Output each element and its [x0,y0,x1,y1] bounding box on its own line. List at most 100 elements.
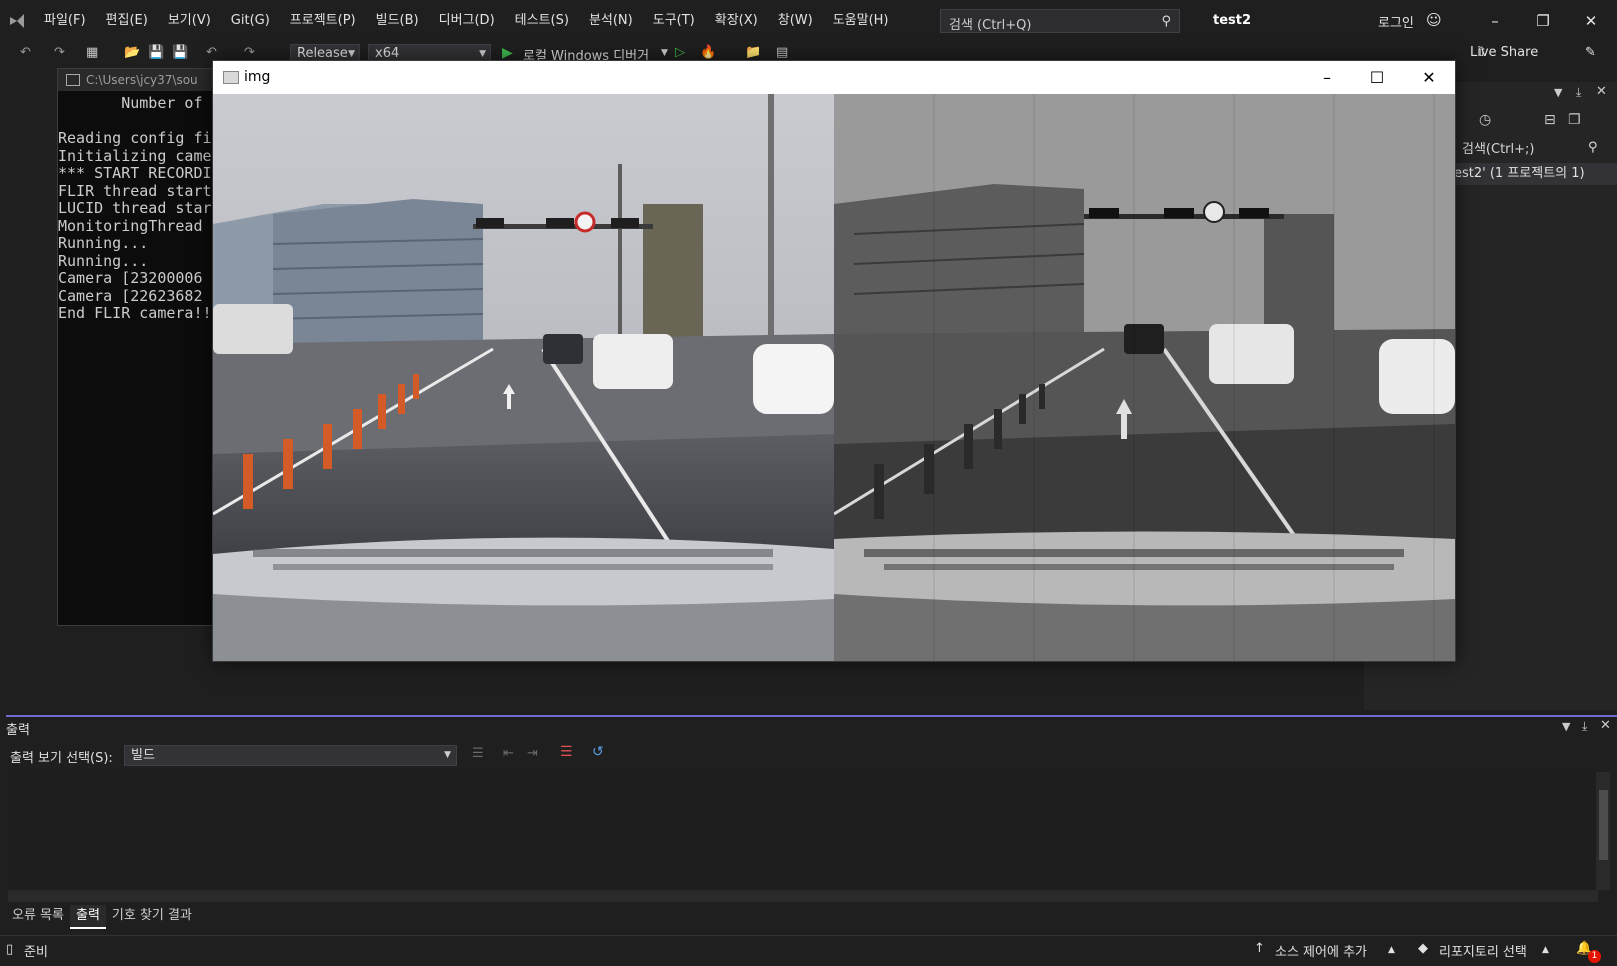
solution-name: test2 [1213,13,1252,28]
live-share-button[interactable]: Live Share [1470,45,1538,60]
console-line: Camera [22623682 [58,286,203,305]
panel-menu-chevron-icon[interactable]: ▼ [1554,86,1562,99]
console-line: Camera [23200006 [58,269,203,287]
console-window[interactable]: C:\Users\jcy37\sou Number of Reading con… [57,68,219,626]
clear-all-icon[interactable]: ☰ [560,744,573,760]
visual-studio-logo-icon [10,14,24,28]
global-search-placeholder: 검색 (Ctrl+Q) [949,18,1032,33]
menu-test[interactable]: 테스트(S) [505,12,579,30]
console-line: Running... [58,234,149,252]
forward-icon[interactable]: ↷ [54,45,65,60]
solution-tree-item[interactable]: est2' (1 프로젝트의 1) [1452,163,1617,185]
chevron-down-icon: ▼ [444,750,451,760]
console-title: C:\Users\jcy37\sou [86,73,198,87]
save-icon[interactable]: 💾 [148,45,164,60]
menu-debug[interactable]: 디버그(D) [429,12,505,30]
menu-analyze[interactable]: 분석(N) [579,12,643,30]
new-project-icon[interactable]: ▦ [86,45,98,60]
console-line: *** START RECORDI [58,164,212,182]
chevron-down-icon[interactable]: ▼ [661,48,668,58]
console-line: Running... [58,251,149,270]
output-source-value: 빌드 [131,748,155,763]
menu-git[interactable]: Git(G) [221,12,280,30]
menu-view[interactable]: 보기(V) [158,12,221,30]
window-layout-icon[interactable]: ▤ [776,45,788,60]
output-source-dropdown[interactable]: 빌드 ▼ [124,745,457,766]
hot-reload-icon[interactable]: 🔥 [700,45,716,60]
source-control-up-icon: ↑ [1254,941,1265,956]
chevron-up-icon: ▲ [1388,945,1395,955]
color-camera-image [213,94,834,661]
console-line: Number of [58,95,203,112]
image-window-title-bar[interactable]: img – ☐ ✕ [213,61,1455,94]
collapse-all-icon[interactable]: ⊟ [1544,112,1556,128]
menu-file[interactable]: 파일(F) [34,12,96,30]
restore-button[interactable]: ❐ [1520,6,1566,36]
close-button[interactable]: ✕ [1568,6,1614,36]
menu-window[interactable]: 창(W) [768,12,823,30]
image-viewer-window[interactable]: img – ☐ ✕ [212,60,1456,662]
redo-icon[interactable]: ↷ [244,45,255,60]
image-window-title: img [244,69,271,85]
output-panel-title: 출력 [6,723,30,738]
console-line: Initializing came [58,146,212,165]
menu-extensions[interactable]: 확장(X) [705,12,768,30]
menu-edit[interactable]: 편집(E) [96,12,158,30]
start-debugging-icon[interactable]: ▶ [502,45,513,61]
menu-tools[interactable]: 도구(T) [643,12,705,30]
console-app-icon [66,74,80,86]
menu-project[interactable]: 프로젝트(P) [280,12,366,30]
console-line: MonitoringThread [58,216,212,235]
tab-output[interactable]: 출력 [69,905,106,929]
login-button[interactable]: 로그인 [1378,12,1414,31]
minimize-button[interactable]: – [1301,61,1353,94]
undo-icon[interactable]: ↶ [206,45,217,60]
close-button[interactable]: ✕ [1403,61,1455,94]
status-bar [0,935,1617,966]
add-to-source-control-button[interactable]: 소스 제어에 추가 [1275,941,1367,960]
window-app-icon [223,71,239,84]
panel-menu-chevron-icon[interactable]: ▼ [1562,720,1570,733]
next-message-icon[interactable]: ⇥ [527,746,538,761]
mono-camera-image [834,94,1455,661]
notification-count-badge: 1 [1588,950,1601,963]
menu-bar: 파일(F) 편집(E) 보기(V) Git(G) 프로젝트(P) 빌드(B) 디… [34,12,899,30]
pin-icon[interactable]: ⤓ [1576,85,1581,100]
tab-find-symbol-results[interactable]: 기호 찾기 결과 [106,905,198,929]
bottom-tool-tabs: 오류 목록 출력 기호 찾기 결과 [6,905,198,929]
select-repository-button[interactable]: 리포지토리 선택 [1439,941,1527,960]
menu-build[interactable]: 빌드(B) [366,12,429,30]
account-icon[interactable]: ☺ [1426,11,1442,29]
output-horizontal-scrollbar[interactable] [8,890,1598,902]
output-text-area[interactable] [8,772,1598,894]
tab-error-list[interactable]: 오류 목록 [6,905,70,929]
title-bar: 파일(F) 편집(E) 보기(V) Git(G) 프로젝트(P) 빌드(B) 디… [0,0,1617,42]
chevron-up-icon: ▲ [1542,945,1549,955]
search-icon: ⚲ [1161,14,1171,29]
panel-close-icon[interactable]: ✕ [1600,718,1611,733]
word-wrap-icon[interactable]: ↺ [592,744,604,760]
panel-close-icon[interactable]: ✕ [1596,84,1607,99]
console-output-text: Number of Reading config fi Initializing … [58,95,218,323]
history-icon[interactable]: ◷ [1479,112,1491,128]
find-message-icon[interactable]: ☰ [472,746,484,761]
output-source-label: 출력 보기 선택(S): [10,751,113,766]
previous-message-icon[interactable]: ⇤ [503,746,514,761]
maximize-button[interactable]: ☐ [1351,61,1403,94]
ready-status-icon: ▯ [6,942,14,957]
open-folder-browse-icon[interactable]: 📁 [745,45,761,60]
console-title-bar[interactable]: C:\Users\jcy37\sou [58,69,218,91]
minimize-button[interactable]: – [1472,6,1518,36]
output-scrollbar-thumb[interactable] [1599,790,1608,860]
global-search-input[interactable]: 검색 (Ctrl+Q) ⚲ [940,9,1180,33]
pin-icon[interactable]: ⤓ [1582,719,1587,734]
show-all-files-icon[interactable]: ❐ [1568,112,1581,128]
console-line: Reading config fi [58,129,212,147]
open-folder-icon[interactable]: 📂 [124,45,140,60]
menu-help[interactable]: 도움말(H) [823,12,899,30]
feedback-icon[interactable]: ✎ [1585,45,1596,60]
save-all-icon[interactable]: 💾 [172,45,188,60]
back-icon[interactable]: ↶ [20,45,31,60]
solution-platform-value: x64 [375,46,400,61]
